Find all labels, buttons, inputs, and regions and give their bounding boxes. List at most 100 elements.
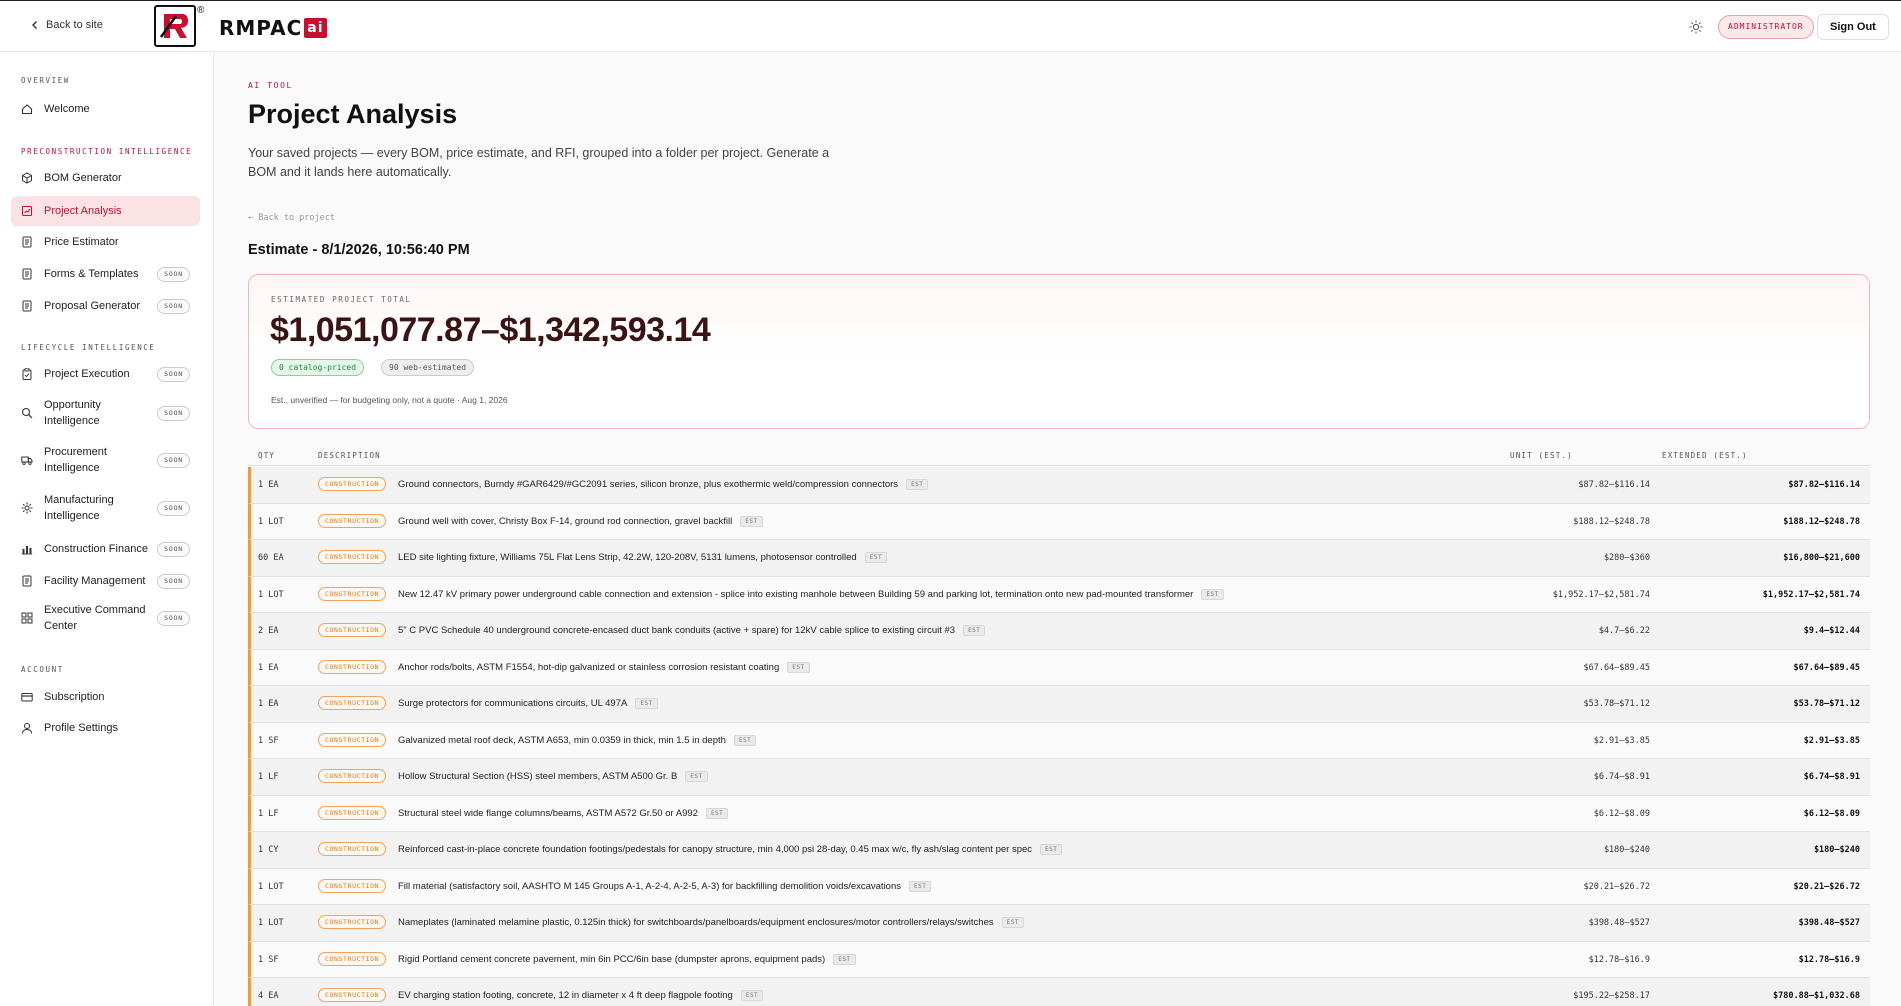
row-unit-price: $4.7–$6.22 bbox=[1598, 626, 1650, 636]
est-badge: EST bbox=[864, 552, 888, 563]
sidebar-item-label: Facility Management bbox=[44, 575, 146, 587]
sidebar-item-forms-templates[interactable]: Forms & Templates SOON bbox=[11, 263, 200, 285]
sidebar-item-price-estimator[interactable]: Price Estimator bbox=[11, 231, 200, 253]
sidebar-item-manufacturing-intelligence[interactable]: Manufacturing Intelligence SOON bbox=[11, 492, 200, 524]
table-row[interactable]: 1 CY CONSTRUCTION Reinforced cast-in-place… bbox=[248, 832, 1870, 869]
soon-badge: SOON bbox=[157, 610, 190, 626]
back-to-site-link[interactable]: Back to site bbox=[30, 19, 103, 31]
row-extended-price: $188.12–$248.78 bbox=[1783, 516, 1860, 527]
sidebar-item-profile-settings[interactable]: Profile Settings bbox=[11, 717, 200, 739]
row-qty: 1 SF bbox=[258, 735, 279, 746]
est-badge: EST bbox=[740, 990, 764, 1001]
web-estimated-badge: 90 web-estimated bbox=[381, 359, 475, 376]
label-line-1: Opportunity bbox=[44, 399, 101, 411]
section-lifecycle: LIFECYCLE INTELLIGENCE bbox=[21, 343, 156, 352]
table-row[interactable]: 1 LOT CONSTRUCTION Ground well with cover,… bbox=[248, 503, 1870, 540]
sidebar-item-label: Proposal Generator bbox=[44, 300, 140, 312]
sign-out-button[interactable]: Sign Out bbox=[1817, 14, 1889, 40]
category-tag: CONSTRUCTION bbox=[318, 477, 387, 491]
table-row[interactable]: 4 EA CONSTRUCTION EV charging station foot… bbox=[248, 978, 1870, 1006]
back-to-site-label: Back to site bbox=[46, 19, 103, 31]
sidebar-item-facility-management[interactable]: Facility Management SOON bbox=[11, 570, 200, 592]
row-description-text: EV charging station footing, concrete, 1… bbox=[398, 990, 733, 1001]
table-row[interactable]: 1 LF CONSTRUCTION Hollow Structural Sectio… bbox=[248, 759, 1870, 796]
row-extended-price: $6.12–$8.09 bbox=[1803, 808, 1860, 819]
estimate-table-body: 1 EA CONSTRUCTION Ground connectors, Burnd… bbox=[248, 467, 1870, 1006]
row-description-text: Fill material (satisfactory soil, AASHTO… bbox=[398, 880, 901, 892]
section-overview: OVERVIEW bbox=[21, 76, 70, 85]
row-unit-price: $6.12–$8.09 bbox=[1593, 808, 1650, 819]
est-badge: EST bbox=[963, 625, 986, 636]
eyebrow-label: AI TOOL bbox=[248, 81, 293, 90]
row-description-text: Surge protectors for communications circ… bbox=[398, 698, 628, 709]
sidebar-item-executive-command-center[interactable]: Executive Command Center SOON bbox=[11, 602, 200, 634]
sidebar-item-project-execution[interactable]: Project Execution SOON bbox=[11, 363, 200, 385]
sidebar-item-project-analysis[interactable]: Project Analysis bbox=[11, 196, 200, 226]
sidebar-item-label: Project Analysis bbox=[44, 205, 122, 217]
role-badge: ADMINISTRATOR bbox=[1718, 15, 1814, 39]
sidebar-item-label: Project Execution bbox=[44, 368, 130, 380]
user-icon bbox=[21, 722, 33, 734]
row-extended-price: $12.78–$16.9 bbox=[1798, 954, 1860, 965]
category-tag: CONSTRUCTION bbox=[318, 550, 387, 564]
sidebar-item-label: Procurement Intelligence bbox=[44, 444, 157, 476]
row-unit-price: $53.78–$71.12 bbox=[1583, 699, 1650, 709]
row-extended-price: $6.74–$8.91 bbox=[1803, 772, 1860, 782]
category-tag: CONSTRUCTION bbox=[318, 732, 387, 747]
row-description: Reinforced cast-in-place concrete founda… bbox=[398, 844, 1063, 855]
logo[interactable] bbox=[154, 5, 196, 47]
row-unit-price: $12.78–$16.9 bbox=[1588, 954, 1650, 965]
row-qty: 1 CY bbox=[258, 845, 279, 855]
sidebar-item-opportunity-intelligence[interactable]: Opportunity Intelligence SOON bbox=[11, 397, 200, 429]
row-extended-price: $9.4–$12.44 bbox=[1803, 626, 1860, 636]
row-description: Surge protectors for communications circ… bbox=[398, 698, 658, 709]
row-description: Fill material (satisfactory soil, AASHTO… bbox=[398, 880, 932, 892]
truck-icon bbox=[21, 454, 33, 466]
sidebar-item-procurement-intelligence[interactable]: Procurement Intelligence SOON bbox=[11, 444, 200, 476]
document-icon bbox=[21, 575, 33, 587]
top-header: Back to site ® RMPAC ai ADMINISTRATOR Si… bbox=[0, 0, 1901, 52]
table-row[interactable]: 1 SF CONSTRUCTION Rigid Portland cement co… bbox=[248, 941, 1870, 978]
row-qty: 1 LF bbox=[258, 772, 279, 782]
label-line-1: Procurement bbox=[44, 446, 107, 458]
page-title: Project Analysis bbox=[248, 99, 458, 129]
table-row[interactable]: 1 SF CONSTRUCTION Galvanized metal roof de… bbox=[248, 722, 1870, 759]
est-badge: EST bbox=[733, 734, 757, 746]
table-row[interactable]: 1 EA CONSTRUCTION Ground connectors, Burnd… bbox=[248, 467, 1870, 504]
sidebar-item-proposal-generator[interactable]: Proposal Generator SOON bbox=[11, 295, 200, 317]
table-row[interactable]: 1 LOT CONSTRUCTION Fill material (satisfac… bbox=[248, 868, 1870, 905]
row-description: LED site lighting fixture, Williams 75L … bbox=[398, 552, 888, 563]
soon-badge: SOON bbox=[157, 500, 190, 516]
row-qty: 1 LOT bbox=[258, 918, 284, 928]
table-row[interactable]: 1 EA CONSTRUCTION Surge protectors for com… bbox=[248, 686, 1870, 723]
row-unit-price: $188.12–$248.78 bbox=[1573, 516, 1650, 527]
back-to-project-link[interactable]: ← Back to project bbox=[248, 213, 335, 223]
grid-icon bbox=[21, 612, 33, 624]
table-row[interactable]: 2 EA CONSTRUCTION 5" C PVC Schedule 40 und… bbox=[248, 613, 1870, 650]
soon-badge: SOON bbox=[157, 573, 190, 589]
chevron-left-icon bbox=[32, 21, 37, 29]
table-row[interactable]: 1 LOT CONSTRUCTION New 12.47 kV primary po… bbox=[248, 576, 1870, 613]
col-description: DESCRIPTION bbox=[318, 451, 381, 460]
category-tag: CONSTRUCTION bbox=[318, 878, 387, 893]
total-disclaimer: Est., unverified — for budgeting only, n… bbox=[271, 395, 508, 405]
category-tag: CONSTRUCTION bbox=[318, 696, 387, 710]
sidebar-item-welcome[interactable]: Welcome bbox=[11, 98, 200, 120]
sidebar-item-construction-finance[interactable]: Construction Finance SOON bbox=[11, 538, 200, 560]
clipboard-icon bbox=[21, 368, 33, 380]
table-row[interactable]: 1 EA CONSTRUCTION Anchor rods/bolts, ASTM … bbox=[248, 649, 1870, 686]
table-row[interactable]: 1 LF CONSTRUCTION Structural steel wide fl… bbox=[248, 795, 1870, 832]
row-unit-price: $195.22–$258.17 bbox=[1573, 991, 1650, 1001]
section-preconstruction: PRECONSTRUCTION INTELLIGENCE bbox=[21, 147, 193, 156]
chart-icon bbox=[21, 205, 33, 217]
row-description-text: Anchor rods/bolts, ASTM F1554, hot-dip g… bbox=[398, 661, 780, 673]
row-unit-price: $67.64–$89.45 bbox=[1583, 662, 1650, 673]
row-qty: 2 EA bbox=[258, 626, 279, 636]
sun-icon[interactable] bbox=[1689, 20, 1703, 34]
sidebar-item-bom-generator[interactable]: BOM Generator bbox=[11, 167, 200, 189]
row-extended-price: $780.88–$1,032.68 bbox=[1773, 991, 1860, 1001]
sidebar-item-subscription[interactable]: Subscription bbox=[11, 686, 200, 708]
table-row[interactable]: 1 LOT CONSTRUCTION Nameplates (laminated m… bbox=[248, 905, 1870, 942]
row-unit-price: $20.21–$26.72 bbox=[1583, 881, 1650, 892]
table-row[interactable]: 60 EA CONSTRUCTION LED site lighting fixtu… bbox=[248, 540, 1870, 577]
